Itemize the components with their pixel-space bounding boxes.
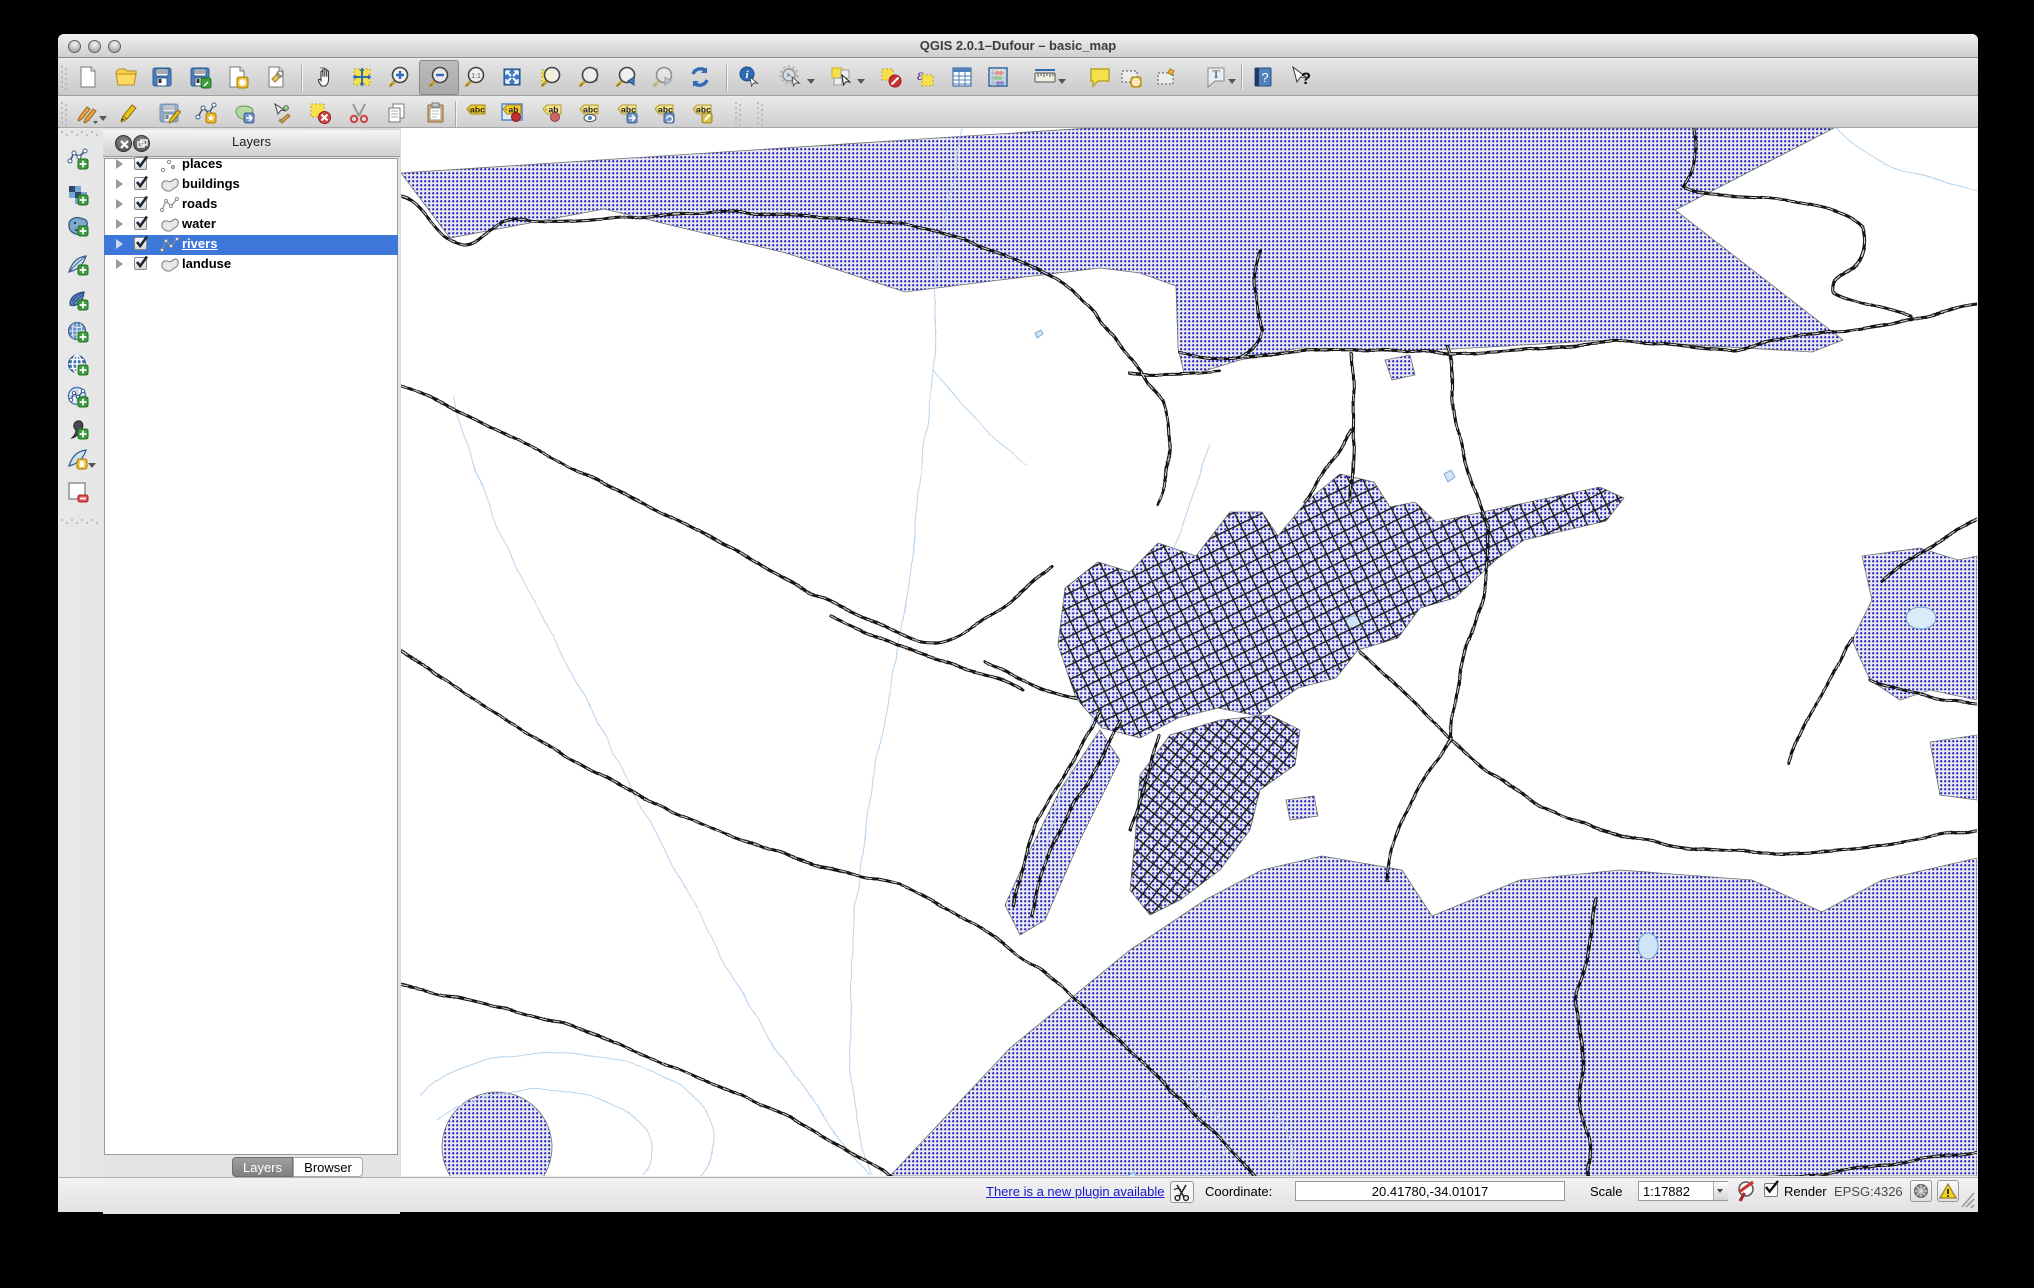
svg-text:?: ? xyxy=(1301,69,1311,88)
svg-text:T: T xyxy=(1212,67,1220,81)
svg-text:?: ? xyxy=(1261,70,1268,85)
svg-text:ε: ε xyxy=(917,67,924,84)
svg-text:abc: abc xyxy=(470,105,485,115)
svg-text:1:1: 1:1 xyxy=(471,73,481,80)
svg-text:abc: abc xyxy=(583,105,598,115)
